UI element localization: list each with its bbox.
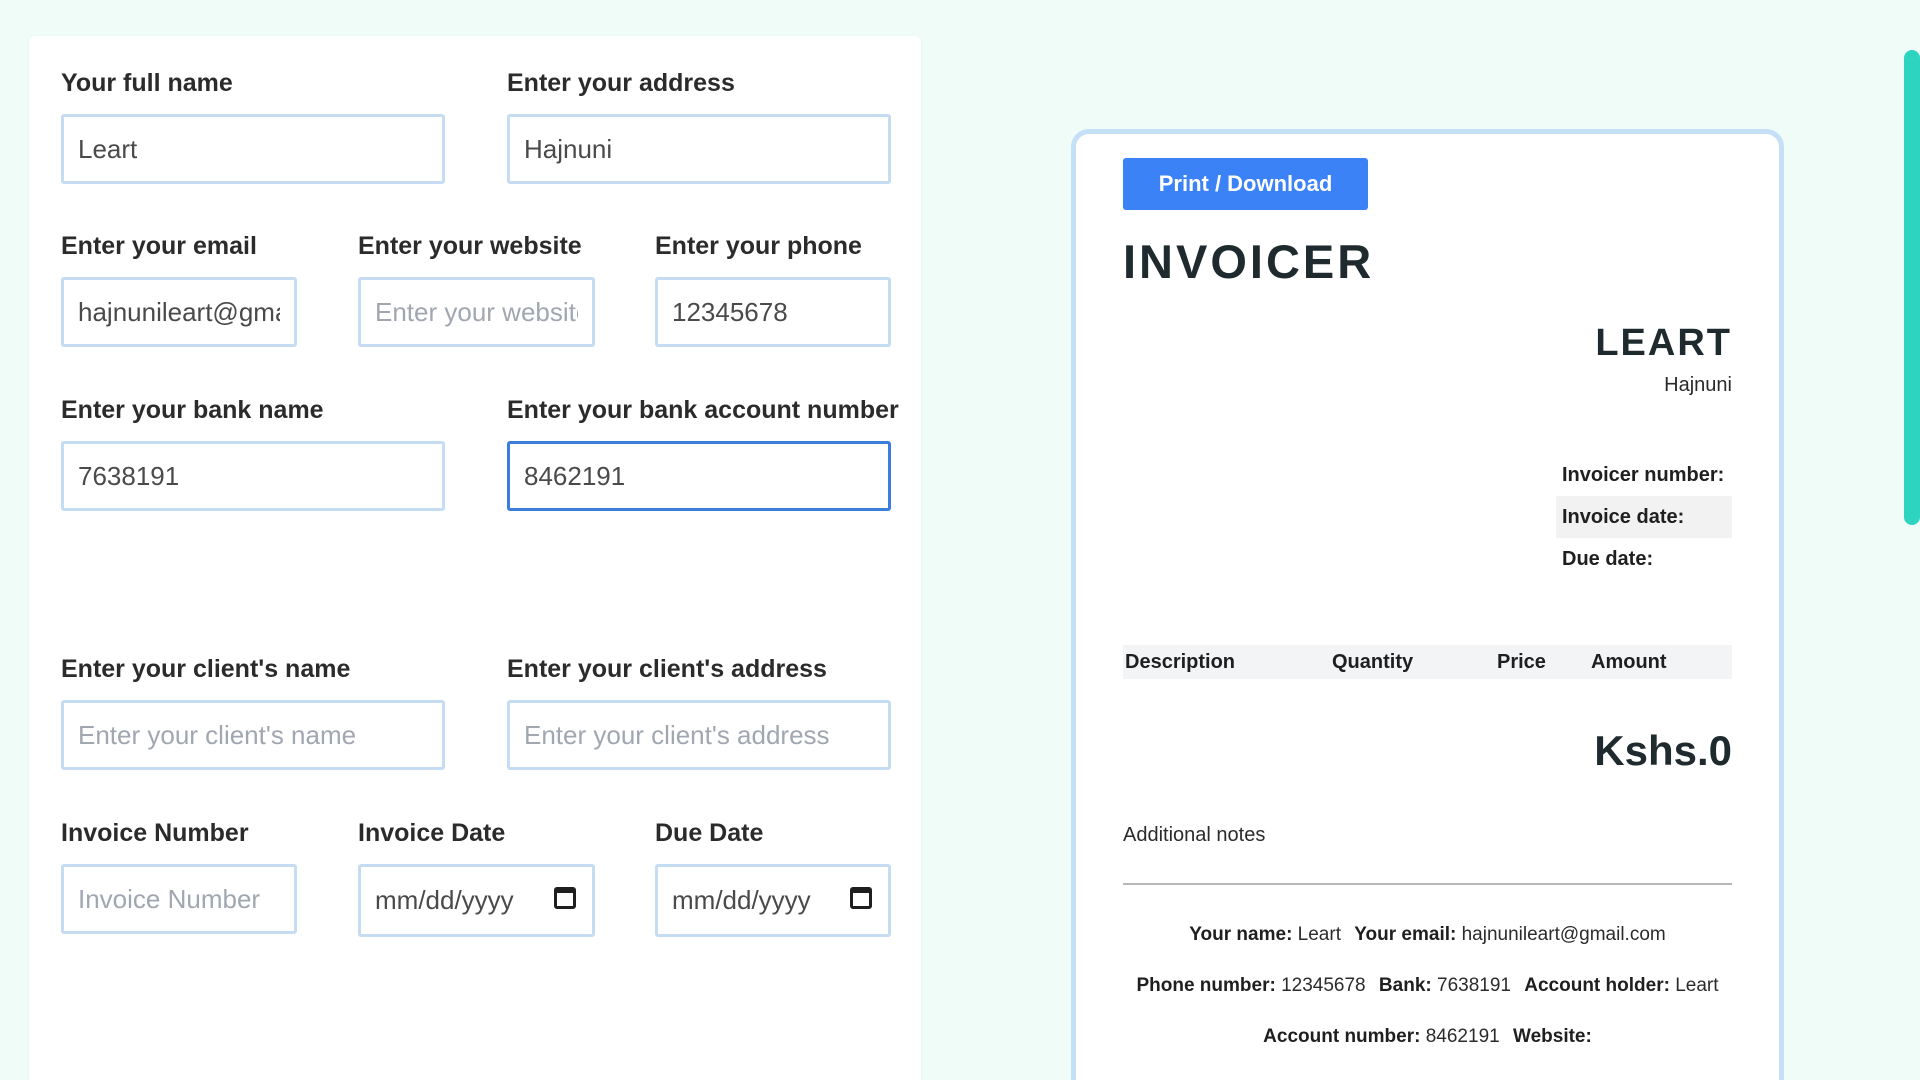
bank-account-group: Enter your bank account number [507, 395, 899, 515]
scrollbar-thumb[interactable] [1904, 50, 1920, 525]
client-address-group: Enter your client's address [507, 654, 891, 774]
full-name-label: Your full name [61, 69, 233, 97]
calendar-icon[interactable] [850, 887, 872, 909]
footer-name-value: Leart [1297, 924, 1341, 945]
invoice-number-group: Invoice Number [61, 818, 297, 938]
footer-holder-value: Leart [1675, 975, 1719, 996]
bank-name-input[interactable] [61, 441, 445, 511]
address-label: Enter your address [507, 69, 735, 97]
invoice-number-meta: Invoicer number: [1562, 464, 1725, 486]
client-name-input[interactable] [61, 700, 445, 770]
footer-line-1: Your name: Leart Your email: hajnunilear… [1123, 924, 1732, 946]
calendar-icon[interactable] [554, 887, 576, 909]
invoice-form: Your full name Enter your address Enter … [29, 36, 921, 1080]
footer-line-3: Account number: 8462191 Website: [1123, 1026, 1732, 1048]
column-quantity: Quantity [1332, 650, 1414, 673]
column-description: Description [1125, 650, 1236, 673]
client-address-label: Enter your client's address [507, 655, 827, 683]
email-input[interactable] [61, 277, 297, 347]
footer-name-label: Your name: [1189, 924, 1293, 945]
page-scrollbar[interactable] [1900, 0, 1920, 1080]
website-group: Enter your website [358, 231, 595, 351]
phone-group: Enter your phone [655, 231, 891, 351]
footer-email-label: Your email: [1354, 924, 1457, 945]
column-amount: Amount [1591, 650, 1667, 673]
phone-label: Enter your phone [655, 232, 862, 260]
invoice-total: Kshs.0 [1594, 727, 1732, 774]
address-input[interactable] [507, 114, 891, 184]
invoice-meta: Invoicer number: Invoice date: Due date: [1556, 454, 1732, 580]
footer-bank-value: 7638191 [1437, 975, 1511, 996]
website-label: Enter your website [358, 232, 582, 260]
client-name-group: Enter your client's name [61, 654, 445, 774]
divider [1123, 883, 1732, 885]
email-group: Enter your email [61, 231, 297, 351]
footer-website-label: Website: [1512, 1026, 1592, 1047]
due-date-label: Due Date [655, 819, 764, 847]
additional-notes-label: Additional notes [1123, 824, 1266, 846]
footer-account-label: Account number: [1263, 1026, 1421, 1047]
invoice-number-label: Invoice Number [61, 819, 249, 847]
footer-phone-label: Phone number: [1136, 975, 1276, 996]
invoice-date-group: Invoice Date [358, 818, 595, 940]
due-date-meta: Due date: [1562, 548, 1654, 570]
due-date-group: Due Date [655, 818, 891, 940]
footer-line-2: Phone number: 12345678 Bank: 7638191 Acc… [1123, 975, 1732, 997]
email-label: Enter your email [61, 232, 257, 260]
footer-bank-label: Bank: [1378, 975, 1432, 996]
footer-account-value: 8462191 [1425, 1026, 1500, 1047]
footer-holder-label: Account holder: [1524, 975, 1670, 996]
invoice-date-label: Invoice Date [358, 819, 506, 847]
phone-input[interactable] [655, 277, 891, 347]
column-price: Price [1497, 650, 1546, 673]
invoice-date-meta: Invoice date: [1556, 496, 1732, 538]
client-name-label: Enter your client's name [61, 655, 351, 683]
website-input[interactable] [358, 277, 595, 347]
print-download-button[interactable]: Print / Download [1123, 158, 1368, 210]
client-address-input[interactable] [507, 700, 891, 770]
address-group: Enter your address [507, 68, 891, 188]
invoice-number-input[interactable] [61, 864, 297, 934]
footer-email-value: hajnunileart@gmail.com [1461, 924, 1666, 945]
brand-title: INVOICER [1123, 235, 1375, 288]
bank-name-label: Enter your bank name [61, 396, 324, 424]
full-name-input[interactable] [61, 114, 445, 184]
footer-phone-value: 12345678 [1281, 975, 1366, 996]
bank-account-input[interactable] [507, 441, 891, 511]
sender-name: LEART [1595, 322, 1732, 364]
full-name-group: Your full name [61, 68, 445, 188]
sender-address: Hajnuni [1664, 374, 1732, 396]
bank-account-label: Enter your bank account number [507, 396, 899, 424]
bank-name-group: Enter your bank name [61, 395, 445, 515]
items-table-header: Description Quantity Price Amount [1123, 645, 1732, 679]
invoice-preview: Print / Download INVOICER LEART Hajnuni … [1071, 129, 1784, 1080]
